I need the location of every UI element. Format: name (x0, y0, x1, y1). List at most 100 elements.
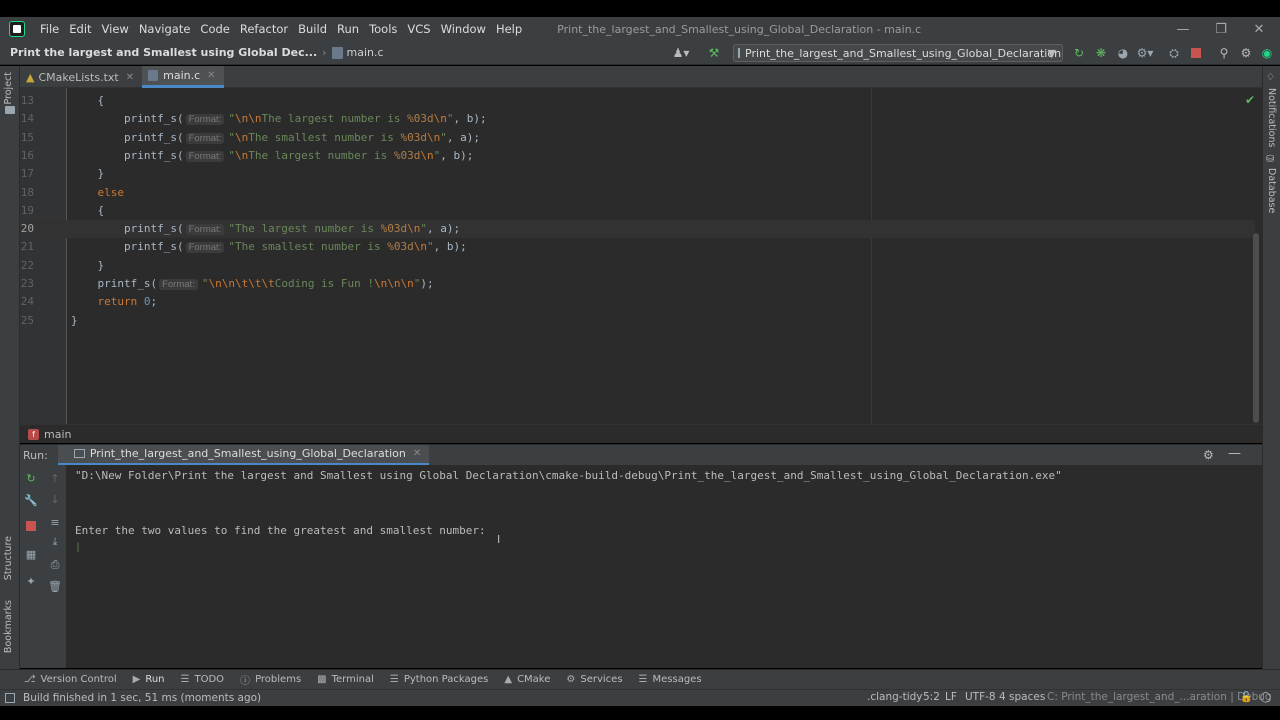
build-hammer-icon[interactable]: ⚒ (706, 45, 722, 61)
lock-icon[interactable]: 🔓 (1240, 692, 1252, 703)
code-line[interactable]: 20 printf_s(Format: "The largest number i… (20, 220, 1255, 239)
code-line[interactable]: 23 printf_s(Format: "\n\n\t\t\tCoding is … (20, 275, 1255, 293)
pin-icon[interactable]: ✦ (23, 573, 39, 589)
code-line[interactable]: 16 printf_s(Format: "\nThe largest number… (20, 147, 1255, 165)
scroll-up-icon[interactable]: ↑ (47, 470, 63, 486)
code-line[interactable]: 14 printf_s(Format: "\n\nThe largest numb… (20, 110, 1255, 128)
inspection-ok-icon[interactable]: ✔ (1245, 93, 1255, 107)
user-icon[interactable]: ♟▾ (673, 45, 690, 61)
menu-file[interactable]: File (35, 22, 64, 36)
menu-edit[interactable]: Edit (64, 22, 96, 36)
code-line[interactable]: 24 return 0; (20, 293, 1255, 311)
menu-run[interactable]: Run (332, 22, 364, 36)
run-console-output[interactable]: "D:\New Folder\Print the largest and Sma… (67, 465, 1262, 668)
hide-panel-icon[interactable]: — (1228, 446, 1241, 461)
status-context[interactable]: C: Print_the_largest_and_...aration | De… (1047, 691, 1272, 703)
close-run-tab-icon[interactable]: ✕ (413, 448, 421, 459)
code-line[interactable]: 25} (20, 312, 1255, 330)
code-editor[interactable]: 13 {14 printf_s(Format: "\n\nThe largest … (20, 88, 1262, 424)
tool-window-problems[interactable]: ⓘ Problems (240, 672, 301, 687)
tool-window-messages[interactable]: ☰ Messages (639, 674, 702, 685)
line-number: 23 (20, 277, 34, 290)
editor-scrollbar[interactable] (1253, 233, 1259, 423)
tool-window-version-control[interactable]: ⎇ Version Control (24, 674, 117, 685)
menu-vcs[interactable]: VCS (402, 22, 435, 36)
close-window-icon[interactable]: ✕ (1240, 17, 1278, 41)
code-line[interactable]: 18 else (20, 184, 1255, 202)
run-session-tab[interactable]: Print_the_largest_and_Smallest_using_Glo… (57, 444, 430, 466)
profile-icon[interactable]: ◕ (1115, 45, 1131, 61)
run-configuration-select[interactable]: Print_the_largest_and_Smallest_using_Glo… (733, 44, 1063, 62)
tool-window-services[interactable]: ⚙ Services (566, 674, 622, 685)
menu-help[interactable]: Help (491, 22, 527, 36)
tool-window-run[interactable]: ▶ Run (133, 674, 165, 685)
database-tool-label[interactable]: Database (1266, 168, 1277, 213)
code-line[interactable]: 22 } (20, 257, 1255, 275)
status-line-separator[interactable]: LF (945, 691, 957, 703)
code-line[interactable]: 19 { (20, 202, 1255, 220)
memory-indicator-icon[interactable]: ◯ (1260, 692, 1271, 703)
attach-icon[interactable]: ⛭ (1166, 45, 1182, 61)
code-text: { (71, 94, 105, 107)
c-file-icon (331, 46, 343, 59)
status-toggle-icon[interactable] (5, 693, 15, 703)
stop-icon[interactable] (1188, 45, 1204, 61)
menu-refactor[interactable]: Refactor (235, 22, 293, 36)
function-breadcrumb[interactable]: main (44, 428, 71, 441)
tab-cmakelists[interactable]: ▲ CMakeLists.txt ✕ (20, 66, 142, 88)
breadcrumb-file[interactable]: main.c (331, 46, 384, 59)
code-line[interactable]: 17 } (20, 165, 1255, 183)
menu-navigate[interactable]: Navigate (134, 22, 196, 36)
wrench-icon[interactable]: 🔧 (23, 492, 39, 508)
status-linter[interactable]: .clang-tidy (867, 691, 922, 703)
run-settings-gear-icon[interactable]: ⚙ (1203, 448, 1214, 462)
code-line[interactable]: 13 { (20, 92, 1255, 110)
list-icon: ☰ (180, 674, 190, 685)
rerun-icon[interactable]: ↻ (23, 470, 39, 486)
scroll-down-icon[interactable]: ↓ (47, 491, 63, 507)
search-icon[interactable]: ⚲ (1216, 45, 1232, 61)
close-tab-icon[interactable]: ✕ (126, 72, 134, 83)
menu-tools[interactable]: Tools (364, 22, 402, 36)
debug-bug-icon[interactable]: ❋ (1093, 45, 1109, 61)
project-tool-label[interactable]: Project (3, 72, 14, 105)
coverage-icon[interactable]: ⚙▾ (1137, 45, 1154, 61)
status-message[interactable]: Build finished in 1 sec, 51 ms (moments … (23, 692, 261, 704)
rerun-icon[interactable]: ↻ (1071, 45, 1087, 61)
print-icon[interactable]: ⎙ (47, 557, 63, 573)
stop-run-icon[interactable] (23, 518, 39, 534)
status-caret-position[interactable]: 5:2 (923, 691, 940, 703)
console-input-caret[interactable]: | (75, 542, 81, 553)
tab-main-c[interactable]: main.c ✕ (142, 66, 224, 88)
menu-build[interactable]: Build (293, 22, 332, 36)
structure-tool-label[interactable]: Structure (3, 536, 14, 580)
notifications-tool-label[interactable]: Notifications (1266, 88, 1277, 147)
tool-window-cmake[interactable]: ▲ CMake (504, 674, 550, 685)
menu-view[interactable]: View (97, 22, 134, 36)
tool-window-todo[interactable]: ☰ TODO (181, 674, 225, 685)
tool-window-terminal[interactable]: ▩ Terminal (317, 674, 374, 685)
trash-icon[interactable]: 🗑 (47, 578, 63, 594)
bookmarks-tool-label[interactable]: Bookmarks (3, 600, 14, 653)
scroll-to-end-icon[interactable]: ⤓ (47, 534, 63, 550)
settings-gear-icon[interactable]: ⚙ (1238, 45, 1254, 61)
menu-window[interactable]: Window (436, 22, 491, 36)
code-text: printf_s(Format: "The largest number is %… (71, 222, 461, 236)
run-icon: ▶ (132, 674, 141, 685)
layout-icon[interactable]: ▦ (23, 546, 39, 562)
plugin-logo-icon[interactable]: ◉ (1259, 45, 1275, 61)
close-tab-icon[interactable]: ✕ (207, 70, 215, 81)
tool-window-python-packages[interactable]: ☰ Python Packages (390, 674, 488, 685)
minimize-icon[interactable]: — (1164, 17, 1202, 41)
status-encoding[interactable]: UTF-8 (965, 691, 996, 703)
soft-wrap-icon[interactable]: ≡ (47, 514, 63, 530)
app-logo-icon (9, 21, 25, 37)
breadcrumb-project[interactable]: Print the largest and Smallest using Glo… (10, 46, 317, 59)
menu-code[interactable]: Code (195, 22, 234, 36)
restore-icon[interactable]: ❐ (1202, 17, 1240, 41)
right-tool-strip: ♢ Notifications ⛁ Database (1262, 66, 1280, 670)
code-line[interactable]: 21 printf_s(Format: "The smallest number … (20, 238, 1255, 256)
code-line[interactable]: 15 printf_s(Format: "\nThe smallest numbe… (20, 129, 1255, 147)
status-indent[interactable]: 4 spaces (999, 691, 1045, 703)
editor-tab-bar: ▲ CMakeLists.txt ✕ main.c ✕ (20, 66, 1262, 88)
